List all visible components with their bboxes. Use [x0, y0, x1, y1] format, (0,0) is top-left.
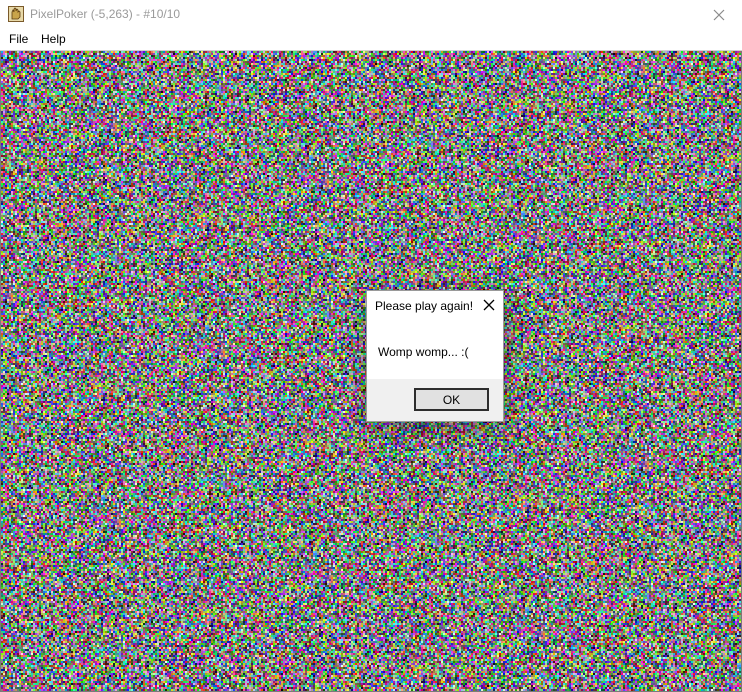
message-dialog: Please play again! Womp womp... :( OK [366, 290, 504, 422]
dialog-title: Please play again! [375, 299, 474, 313]
window-title: PixelPoker (-5,263) - #10/10 [30, 7, 181, 21]
menu-bar: File Help [0, 30, 742, 50]
app-window: PixelPoker (-5,263) - #10/10 File Help P… [0, 0, 742, 692]
close-icon [713, 9, 725, 21]
close-icon [483, 299, 495, 311]
title-bar[interactable]: PixelPoker (-5,263) - #10/10 [0, 0, 742, 30]
window-close-button[interactable] [696, 0, 742, 30]
dialog-button-area: OK [367, 379, 503, 421]
menu-file[interactable]: File [8, 32, 29, 46]
dialog-close-button[interactable] [481, 297, 497, 313]
pixelpoker-app-icon [8, 6, 24, 22]
menu-help[interactable]: Help [40, 32, 67, 46]
ok-button[interactable]: OK [414, 388, 489, 411]
dialog-message: Womp womp... :( [378, 345, 469, 359]
